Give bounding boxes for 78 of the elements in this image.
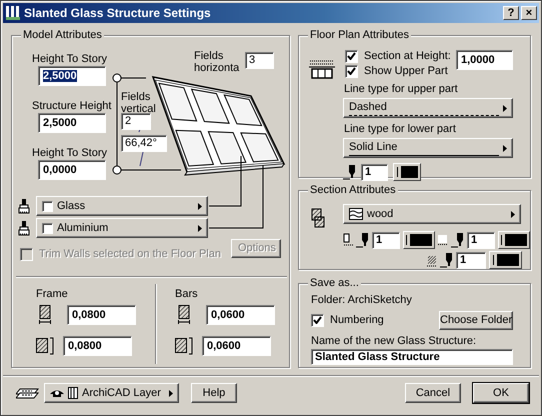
checkbox-label: Trim Walls selected on the Floor Plan [39, 248, 221, 260]
color-swatch[interactable] [489, 251, 522, 269]
line-type-dropdown[interactable]: Dashed [343, 98, 513, 118]
dialog-button[interactable]: OK [472, 383, 530, 403]
field-label: Fields vertical [121, 91, 157, 115]
close-button[interactable]: × [521, 6, 537, 20]
checkbox[interactable] [345, 64, 358, 78]
layers-icon [16, 387, 39, 399]
caret-icon [511, 210, 515, 218]
line-type-dropdown[interactable]: Solid Line [343, 138, 513, 158]
section-title: Bars [175, 288, 199, 301]
color-swatch[interactable] [498, 231, 530, 249]
eye-icon [50, 388, 64, 398]
outline-icon [343, 233, 353, 247]
caret-icon [169, 390, 173, 396]
checkbox-label: Show Upper Part [364, 64, 448, 78]
input-field[interactable]: 0,0600 [206, 305, 275, 325]
choose-folder-button[interactable]: Choose Folder [439, 310, 513, 330]
caret-icon [198, 224, 202, 232]
field-label: Height To Story [32, 53, 108, 66]
material-dropdown[interactable]: Aluminium [36, 218, 208, 238]
input-field[interactable]: 0,0800 [67, 305, 136, 325]
checkbox[interactable] [42, 200, 53, 212]
background-icon [438, 235, 448, 245]
pen-field[interactable]: 1 [361, 164, 388, 180]
color-swatch[interactable] [393, 163, 421, 181]
section-title: Frame [36, 288, 69, 301]
brush-icon [18, 198, 30, 214]
width-icon [175, 305, 193, 325]
checkbox[interactable] [311, 314, 324, 326]
checkbox-label: Section at Height: [364, 50, 451, 62]
field-label: Height To Story [32, 147, 108, 160]
pen-field[interactable]: 1 [467, 232, 495, 248]
app-icon [5, 5, 21, 21]
fill-dropdown[interactable]: wood [343, 204, 521, 224]
field-label: Line type for upper part [344, 83, 459, 96]
field-label: Fields horizonta [194, 50, 238, 74]
hatch-icon [427, 253, 437, 267]
pen-icon [356, 232, 369, 248]
input-field[interactable]: 2 [121, 113, 151, 130]
caret-icon [198, 202, 202, 210]
field-label: Structure Height [32, 100, 112, 113]
input-field[interactable]: 0,0000 [38, 160, 106, 180]
input-field[interactable]: 1,0000 [456, 50, 513, 70]
layer-dropdown[interactable]: ArchiCAD Layer [44, 383, 179, 403]
caret-icon [503, 104, 507, 112]
color-swatch[interactable] [403, 231, 435, 249]
pen-icon [440, 252, 453, 268]
dialog-button[interactable]: Help [191, 383, 237, 403]
pen-icon [451, 232, 464, 248]
field-label: Name of the new Glass Structure: [311, 335, 478, 348]
layer-icon [68, 387, 78, 399]
pen-field[interactable]: 1 [372, 232, 400, 248]
help-button[interactable]: ? [503, 6, 519, 20]
caret-icon [503, 144, 507, 152]
dialog-button[interactable]: Cancel [404, 383, 461, 403]
checkbox[interactable] [345, 50, 358, 62]
pen-icon [343, 164, 356, 180]
input-field[interactable]: 2,5000 [38, 113, 106, 133]
window-title: Slanted Glass Structure Settings [24, 6, 212, 20]
input-field[interactable]: 2,5000 [38, 66, 106, 86]
pen-field[interactable]: 1 [456, 252, 486, 268]
wood-fill-icon [349, 208, 363, 220]
thickness-icon [36, 337, 54, 355]
checkbox[interactable] [42, 222, 53, 234]
material-dropdown[interactable]: Glass [36, 196, 208, 216]
section-fill-icon [311, 208, 325, 228]
name-field[interactable]: Slanted Glass Structure [311, 349, 513, 365]
brush-icon [18, 220, 30, 236]
folder-label: Folder: ArchiSketchy [311, 294, 413, 307]
input-field[interactable]: 0,0800 [63, 336, 132, 356]
field-label: Line type for lower part [344, 123, 457, 136]
input-field[interactable]: 0,0600 [202, 336, 271, 356]
width-icon [36, 305, 54, 325]
angle-field[interactable]: 66,42° [121, 135, 167, 152]
checkbox-label: Numbering [330, 314, 384, 326]
thickness-icon [175, 337, 193, 355]
input-field[interactable]: 3 [245, 52, 274, 69]
